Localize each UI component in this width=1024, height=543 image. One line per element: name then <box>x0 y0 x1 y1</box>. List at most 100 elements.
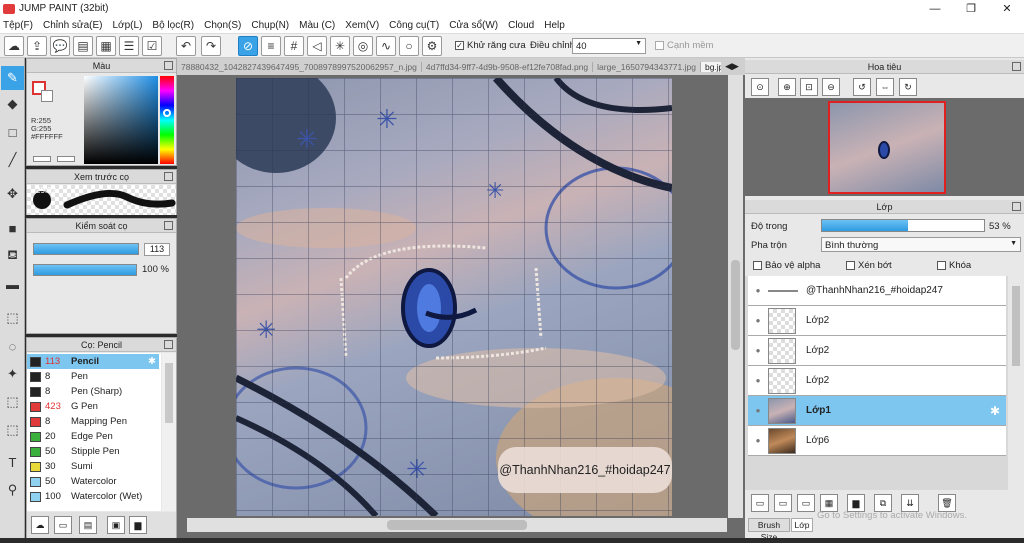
brush-item[interactable]: 113 Pencil ✱ <box>27 354 159 369</box>
brush-item[interactable]: 100 Watercolor (Wet) <box>27 489 159 504</box>
rotate-left-icon[interactable]: ↺ <box>853 78 871 96</box>
brush-size-input[interactable]: 113 <box>144 243 170 256</box>
zoom-actual-icon[interactable]: ⊡ <box>800 78 818 96</box>
tab-doc-1[interactable]: 78880432_1042827439647495_70089789975200… <box>177 61 422 72</box>
snap-ellipse-icon[interactable]: ○ <box>399 36 419 56</box>
adjust-input[interactable]: 40 ▼ <box>572 38 646 54</box>
brush-size-slider[interactable] <box>33 243 139 255</box>
gear-icon[interactable]: ✱ <box>990 404 1000 418</box>
menu-filter[interactable]: Bộ lọc(R) <box>152 20 194 31</box>
tab-doc-3[interactable]: large_1650794343771.jpg <box>593 61 701 72</box>
menu-color[interactable]: Màu (C) <box>299 20 335 31</box>
detach-icon[interactable] <box>164 61 173 70</box>
tab-layer[interactable]: Lớp <box>791 518 813 532</box>
detach-icon[interactable] <box>164 172 173 181</box>
gradient-tool-icon[interactable]: ▬ <box>1 272 24 296</box>
shape-tool-icon[interactable]: □ <box>1 120 24 144</box>
snap-curve-icon[interactable]: ∿ <box>376 36 396 56</box>
color-saturation-field[interactable] <box>84 76 158 164</box>
visibility-icon[interactable]: ● <box>748 436 768 445</box>
redo-icon[interactable]: ↷ <box>201 36 221 56</box>
lasso-tool-icon[interactable]: ◌ <box>1 334 24 358</box>
snap-parallel-icon[interactable]: ≡ <box>261 36 281 56</box>
menu-capture[interactable]: Chụp(N) <box>251 20 289 31</box>
menu-window[interactable]: Cửa sổ(W) <box>449 20 498 31</box>
cloud-icon[interactable]: ☁ <box>4 36 24 56</box>
brush-item[interactable]: 30 Sumi <box>27 459 159 474</box>
pen-tool-icon[interactable]: ✎ <box>1 66 24 90</box>
visibility-icon[interactable]: ● <box>748 376 768 385</box>
select-rect-tool-icon[interactable]: ⬚ <box>1 306 24 330</box>
menu-view[interactable]: Xem(V) <box>345 20 379 31</box>
move-tool-icon[interactable]: ✥ <box>1 182 24 206</box>
tab-scroll-arrows[interactable]: ◀▶ <box>721 58 743 75</box>
blend-mode-select[interactable]: Bình thường ▼ <box>821 237 1021 252</box>
brush-item[interactable]: 20 Edge Pen <box>27 429 159 444</box>
brush-item[interactable]: 8 Pen (Sharp) <box>27 384 159 399</box>
eraser-tool-icon[interactable]: ◆ <box>1 92 24 116</box>
maximize-button[interactable]: ❐ <box>956 0 986 17</box>
menu-layer[interactable]: Lớp(L) <box>113 20 143 31</box>
menu-file[interactable]: Tệp(F) <box>3 20 33 31</box>
lock-checkbox[interactable] <box>937 260 946 270</box>
tab-doc-2[interactable]: 4d7ffd34-9ff7-4d9b-9508-ef12fe708fad.png <box>422 61 594 72</box>
layer-row[interactable]: ● Lớp6 <box>748 426 1006 456</box>
soft-edge-checkbox[interactable] <box>655 40 664 50</box>
flip-icon[interactable]: ⇔ <box>876 78 894 96</box>
gear-icon[interactable]: ✱ <box>148 356 156 367</box>
line-tool-icon[interactable]: ╱ <box>1 148 24 172</box>
menu-edit[interactable]: Chỉnh sửa(E) <box>43 20 103 31</box>
rotate-right-icon[interactable]: ↻ <box>899 78 917 96</box>
layer-row-selected[interactable]: ● Lớp1 ✱ <box>748 396 1006 426</box>
visibility-icon[interactable]: ● <box>748 346 768 355</box>
fill-rect-tool-icon[interactable]: ■ <box>1 216 24 240</box>
snap-off-icon[interactable]: ⊘ <box>238 36 258 56</box>
brush-menu-icon[interactable]: ▤ <box>79 516 97 534</box>
protect-alpha-checkbox[interactable] <box>753 260 762 270</box>
text-tool-icon[interactable]: T <box>1 450 24 474</box>
document-icon[interactable]: ▦ <box>96 36 116 56</box>
menu-tools[interactable]: Công cụ(T) <box>389 20 439 31</box>
new-layer-icon[interactable]: ▭ <box>751 494 769 512</box>
select-pen-tool-icon[interactable]: ⬚ <box>1 390 24 414</box>
sub-color-swatch[interactable] <box>41 90 53 102</box>
tab-brush-size[interactable]: Brush Size <box>748 518 790 542</box>
layer-opacity-slider[interactable] <box>821 219 985 232</box>
antialias-checkbox[interactable]: ✓ <box>455 40 464 50</box>
brush-item[interactable]: 50 Watercolor <box>27 474 159 489</box>
brush-item[interactable]: 50 Stipple Pen <box>27 444 159 459</box>
minimize-button[interactable]: — <box>920 0 950 17</box>
navigator-thumbnail[interactable] <box>828 101 946 194</box>
share-icon[interactable]: ⇪ <box>27 36 47 56</box>
layer-row[interactable]: ● Lớp2 <box>748 306 1006 336</box>
visibility-icon[interactable]: ● <box>748 316 768 325</box>
layer-row[interactable]: ● Lớp2 <box>748 336 1006 366</box>
snap-radial-icon[interactable]: ✳ <box>330 36 350 56</box>
brush-settings-icon[interactable]: ▣ <box>107 516 125 534</box>
detach-icon[interactable] <box>164 221 173 230</box>
close-button[interactable]: ✕ <box>992 0 1022 17</box>
new-layer-1bit-icon[interactable]: ▭ <box>797 494 815 512</box>
zoom-in-icon[interactable]: ⊕ <box>778 78 796 96</box>
menu-help[interactable]: Help <box>544 20 565 31</box>
hue-slider[interactable] <box>160 76 174 164</box>
artwork-canvas[interactable]: ✳ ✳ ✳ ✳ ✳ @ThanhNhan216_#hoidap247 <box>236 78 672 516</box>
layer-row[interactable]: ● @ThanhNhan216_#hoidap247 <box>748 276 1006 306</box>
list-icon[interactable]: ☰ <box>119 36 139 56</box>
new-layer-8bit-icon[interactable]: ▭ <box>774 494 792 512</box>
cloud-brush-icon[interactable]: ☁ <box>31 516 49 534</box>
snap-circle-icon[interactable]: ◎ <box>353 36 373 56</box>
menu-select[interactable]: Chọn(S) <box>204 20 241 31</box>
message-icon[interactable]: ▤ <box>73 36 93 56</box>
layer-list-scrollbar[interactable] <box>1008 276 1024 490</box>
brush-item[interactable]: 8 Pen <box>27 369 159 384</box>
magic-wand-tool-icon[interactable]: ✦ <box>1 362 24 386</box>
comment-icon[interactable]: 💬 <box>50 36 70 56</box>
detach-icon[interactable] <box>164 340 173 349</box>
select-eraser-tool-icon[interactable]: ⬚ <box>1 418 24 442</box>
zoom-out-icon[interactable]: ⊖ <box>822 78 840 96</box>
eyedropper-tool-icon[interactable]: ⚲ <box>1 478 24 502</box>
color-mode-button[interactable] <box>33 156 51 162</box>
canvas-vertical-scrollbar[interactable] <box>728 75 743 518</box>
brush-list-scrollbar[interactable] <box>162 353 176 511</box>
